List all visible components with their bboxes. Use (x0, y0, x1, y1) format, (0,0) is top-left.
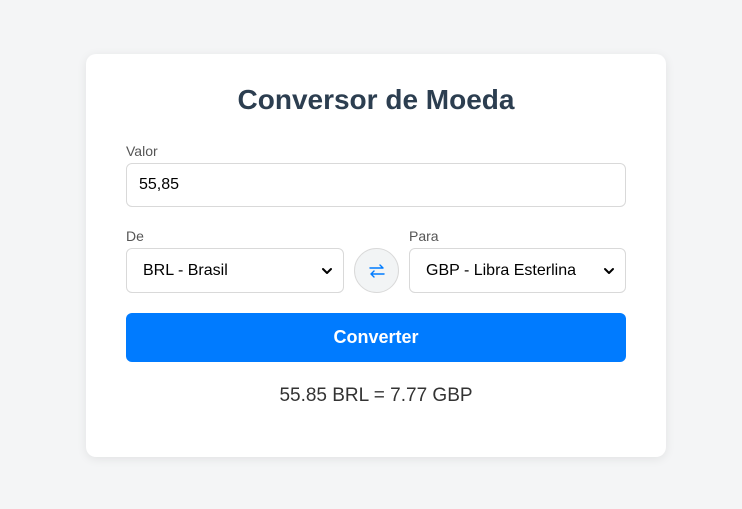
amount-label: Valor (126, 143, 158, 159)
swap-button[interactable] (354, 248, 399, 293)
conversion-result: 55.85 BRL = 7.77 GBP (279, 385, 473, 406)
chevron-down-icon (604, 267, 614, 274)
from-currency-select[interactable]: BRL - Brasil (126, 248, 344, 293)
from-currency-value: BRL - Brasil (143, 261, 228, 279)
page-title: Conversor de Moeda (237, 84, 515, 115)
swap-arrows-icon (368, 263, 385, 278)
to-currency-select[interactable]: GBP - Libra Esterlina (409, 248, 626, 293)
amount-input[interactable] (126, 163, 626, 207)
to-label: Para (409, 228, 439, 244)
chevron-down-icon (322, 267, 332, 274)
converter-card: Conversor de Moeda Valor De BRL - Brasil… (86, 54, 666, 457)
convert-button[interactable]: Converter (126, 313, 626, 362)
to-currency-value: GBP - Libra Esterlina (426, 261, 576, 279)
from-label: De (126, 228, 144, 244)
